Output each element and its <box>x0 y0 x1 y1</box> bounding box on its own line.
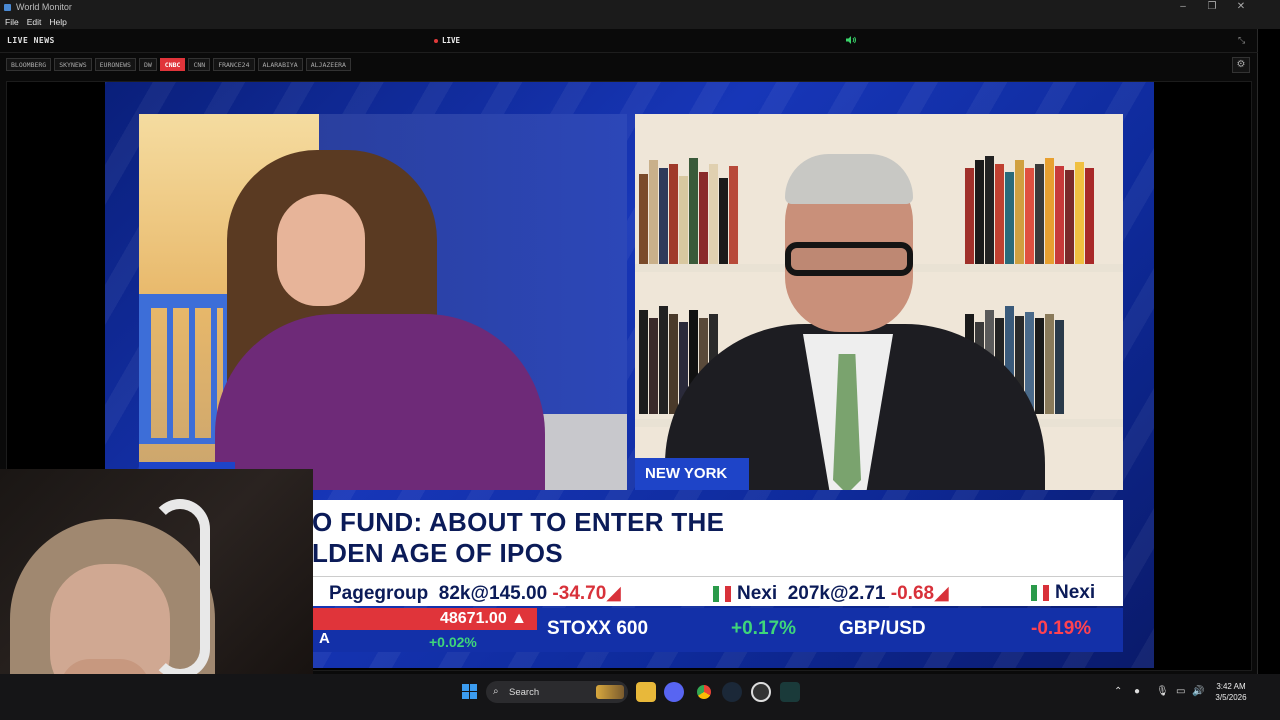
app-icon-with-badge[interactable] <box>751 682 771 702</box>
index-name: GBP/USD <box>839 618 926 639</box>
books-row <box>639 154 738 264</box>
speaker-icon[interactable] <box>845 35 857 45</box>
headline-line-1: O FUND: ABOUT TO ENTER THE <box>312 507 725 537</box>
index-change: +0.17% <box>731 618 796 639</box>
ticker-item: Nexi <box>1031 582 1095 604</box>
tab-cnn[interactable]: CNN <box>188 58 211 71</box>
taskbar-search[interactable]: ⌕ Search <box>486 681 628 703</box>
system-clock[interactable]: 3:42 AM 3/5/2026 <box>1211 681 1251 703</box>
webcam-overlay <box>0 469 313 706</box>
search-placeholder: Search <box>509 686 540 698</box>
down-arrow-icon: ◢ <box>934 583 949 604</box>
menu-bar: File Edit Help <box>0 14 1280 29</box>
maximize-button[interactable]: ❐ <box>1197 0 1227 14</box>
anchor-face <box>277 194 365 306</box>
ticker-item: Nexi 207k@2.71 -0.68◢ <box>713 582 949 605</box>
clock-time: 3:42 AM <box>1216 682 1246 691</box>
app-icon <box>4 3 11 11</box>
close-button[interactable]: ✕ <box>1226 0 1256 14</box>
down-arrow-icon: ◢ <box>606 583 621 604</box>
menu-edit[interactable]: Edit <box>27 17 42 27</box>
books-row <box>965 154 1094 264</box>
guest-glasses <box>785 242 913 276</box>
windows-start-icon[interactable] <box>462 684 477 699</box>
ticker-quote: 82k@145.00 <box>438 583 548 604</box>
display-icon[interactable]: ▭ <box>1176 686 1185 698</box>
menu-file[interactable]: File <box>5 17 19 27</box>
location-label-right: NEW YORK <box>635 458 749 490</box>
window-title: World Monitor <box>16 2 72 12</box>
search-icon: ⌕ <box>493 686 499 697</box>
guest-pane <box>635 114 1123 490</box>
tray-overflow-chevron-icon[interactable]: ⌃ <box>1114 686 1122 698</box>
headset-graphic <box>150 499 210 679</box>
ticker-item: Pagegroup 82k@145.00 -34.70◢ <box>329 582 621 605</box>
guest-hair <box>785 154 913 204</box>
minimize-button[interactable]: – <box>1168 0 1198 14</box>
headline-line-2: LDEN AGE OF IPOS <box>312 538 563 568</box>
ticker-quote: 207k@2.71 <box>787 583 886 604</box>
search-highlight-icon <box>596 685 624 699</box>
ticker-left-change: +0.02% <box>429 634 477 650</box>
italy-flag-icon <box>1031 584 1049 601</box>
ticker-left-letter: A <box>319 630 330 647</box>
italy-flag-icon <box>713 585 731 602</box>
tray-network-app-icon[interactable]: ● <box>1134 686 1140 698</box>
discord-icon[interactable] <box>664 682 684 702</box>
panel-title: LIVE NEWS <box>7 36 55 45</box>
anchor-pane <box>139 114 627 490</box>
microphone-icon[interactable]: 🎙 <box>1156 686 1169 698</box>
tab-france24[interactable]: FRANCE24 <box>213 58 255 71</box>
tab-alarabiya[interactable]: ALARABIYA <box>257 58 303 71</box>
tab-euronews[interactable]: EURONEWS <box>94 58 136 71</box>
channel-tabs: BLOOMBERG SKYNEWS EURONEWS DW CNBC CNN F… <box>6 58 351 71</box>
collapse-icon[interactable]: ⤡ <box>1238 35 1248 45</box>
ticker-change: -34.70 <box>552 583 607 604</box>
live-label: LIVE <box>442 36 461 45</box>
index-name: STOXX 600 <box>547 618 649 639</box>
chrome-icon[interactable] <box>694 682 714 702</box>
tab-cnbc[interactable]: CNBC <box>159 58 186 71</box>
window-titlebar: World Monitor <box>0 0 1280 14</box>
ticker-name: Nexi <box>1055 582 1096 603</box>
volume-icon[interactable]: 🔊 <box>1192 686 1204 698</box>
anchor-body <box>215 314 545 490</box>
ticker-red-number: 48671.00 <box>439 610 507 627</box>
live-indicator: LIVE <box>434 36 460 45</box>
live-dot-icon <box>434 38 438 43</box>
steam-icon[interactable] <box>722 682 742 702</box>
tab-dw[interactable]: DW <box>138 58 157 71</box>
ticker-name: Nexi <box>737 583 778 604</box>
ticker-name: Pagegroup <box>329 583 429 604</box>
tab-bloomberg[interactable]: BLOOMBERG <box>6 58 52 71</box>
tab-skynews[interactable]: SKYNEWS <box>54 58 92 71</box>
file-explorer-icon[interactable] <box>636 682 656 702</box>
panel-header: LIVE NEWS <box>0 29 1258 53</box>
clock-date: 3/5/2026 <box>1215 693 1247 702</box>
settings-gear-icon[interactable]: ⚙ <box>1232 57 1250 73</box>
tab-aljazeera[interactable]: ALJAZEERA <box>305 58 351 71</box>
index-change: -0.19% <box>1031 618 1092 639</box>
ticker-change: -0.68 <box>890 583 935 604</box>
menu-help[interactable]: Help <box>49 17 66 27</box>
terminal-app-icon[interactable] <box>780 682 800 702</box>
